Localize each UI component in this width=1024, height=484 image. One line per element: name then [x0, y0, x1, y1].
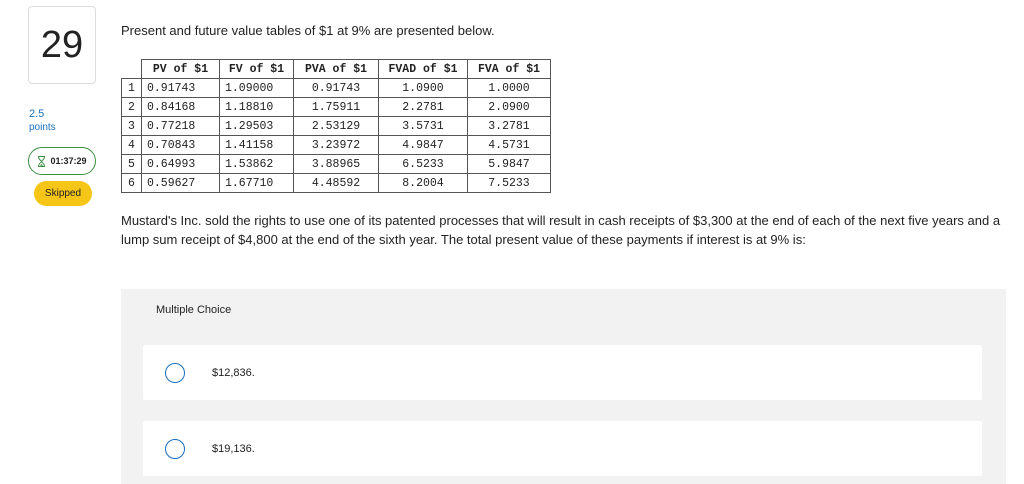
column-header-fv: FV of $1: [219, 59, 294, 79]
table-cell: 0.64993: [141, 154, 220, 174]
period-cell: 4: [121, 135, 142, 155]
period-cell: 3: [121, 116, 142, 136]
hourglass-icon: [38, 155, 46, 167]
multiple-choice-panel: Multiple Choice $12,836. $19,136.: [121, 289, 1006, 484]
table-cell: 1.67710: [219, 173, 294, 193]
table-row: 1 0.91743 1.09000 0.91743 1.0900 1.0000: [121, 78, 551, 98]
table-cell: 4.5731: [467, 135, 551, 155]
table-cell: 1.09000: [219, 78, 294, 98]
answer-option-1[interactable]: $12,836.: [143, 345, 982, 400]
table-cell: 7.5233: [467, 173, 551, 193]
table-header-row: PV of $1 FV of $1 PVA of $1 FVAD of $1 F…: [121, 59, 551, 79]
period-cell: 5: [121, 154, 142, 174]
present-future-value-table: PV of $1 FV of $1 PVA of $1 FVAD of $1 F…: [121, 59, 551, 193]
table-cell: 6.5233: [378, 154, 468, 174]
table-row: 6 0.59627 1.67710 4.48592 8.2004 7.5233: [121, 173, 551, 193]
problem-text: Mustard's Inc. sold the rights to use on…: [121, 213, 1001, 247]
radio-button[interactable]: [165, 362, 185, 383]
table-cell: 4.9847: [378, 135, 468, 155]
table-cell: 0.70843: [141, 135, 220, 155]
table-cell: 5.9847: [467, 154, 551, 174]
table-cell: 3.88965: [293, 154, 379, 174]
table-cell: 1.41158: [219, 135, 294, 155]
table-cell: 1.18810: [219, 97, 294, 117]
table-cell: 1.53862: [219, 154, 294, 174]
points-label: points: [29, 122, 56, 133]
table-row: 2 0.84168 1.18810 1.75911 2.2781 2.0900: [121, 97, 551, 117]
table-cell: 2.0900: [467, 97, 551, 117]
column-header-fvad: FVAD of $1: [378, 59, 468, 79]
table-corner-cell: [121, 59, 142, 79]
table-cell: 0.91743: [141, 78, 220, 98]
table-cell: 3.5731: [378, 116, 468, 136]
table-cell: 0.91743: [293, 78, 379, 98]
table-cell: 2.2781: [378, 97, 468, 117]
table-cell: 1.29503: [219, 116, 294, 136]
table-cell: 1.0900: [378, 78, 468, 98]
table-cell: 0.84168: [141, 97, 220, 117]
points-value: 2.5: [29, 108, 45, 120]
period-cell: 1: [121, 78, 142, 98]
table-cell: 4.48592: [293, 173, 379, 193]
table-cell: 1.75911: [293, 97, 379, 117]
table-row: 4 0.70843 1.41158 3.23972 4.9847 4.5731: [121, 135, 551, 155]
column-header-fva: FVA of $1: [467, 59, 551, 79]
period-cell: 2: [121, 97, 142, 117]
table-cell: 3.23972: [293, 135, 379, 155]
skipped-badge: Skipped: [34, 181, 92, 206]
period-cell: 6: [121, 173, 142, 193]
answer-option-2[interactable]: $19,136.: [143, 421, 982, 476]
timer-text: 01:37:29: [50, 156, 87, 166]
question-number: 29: [28, 6, 96, 84]
column-header-pva: PVA of $1: [293, 59, 379, 79]
table-cell: 0.59627: [141, 173, 220, 193]
table-intro-text: Present and future value tables of $1 at…: [121, 23, 495, 38]
table-row: 5 0.64993 1.53862 3.88965 6.5233 5.9847: [121, 154, 551, 174]
table-row: 3 0.77218 1.29503 2.53129 3.5731 3.2781: [121, 116, 551, 136]
table-cell: 2.53129: [293, 116, 379, 136]
column-header-pv: PV of $1: [141, 59, 220, 79]
answer-option-label: $19,136.: [212, 442, 255, 455]
table-cell: 0.77218: [141, 116, 220, 136]
table-cell: 1.0000: [467, 78, 551, 98]
question-page: 29 2.5 points 01:37:29 Skipped Present a…: [0, 0, 1024, 484]
table-cell: 8.2004: [378, 173, 468, 193]
table-cell: 3.2781: [467, 116, 551, 136]
multiple-choice-title: Multiple Choice: [156, 304, 232, 316]
radio-button[interactable]: [165, 438, 185, 459]
answer-option-label: $12,836.: [212, 366, 255, 379]
timer-badge: 01:37:29: [28, 147, 96, 175]
